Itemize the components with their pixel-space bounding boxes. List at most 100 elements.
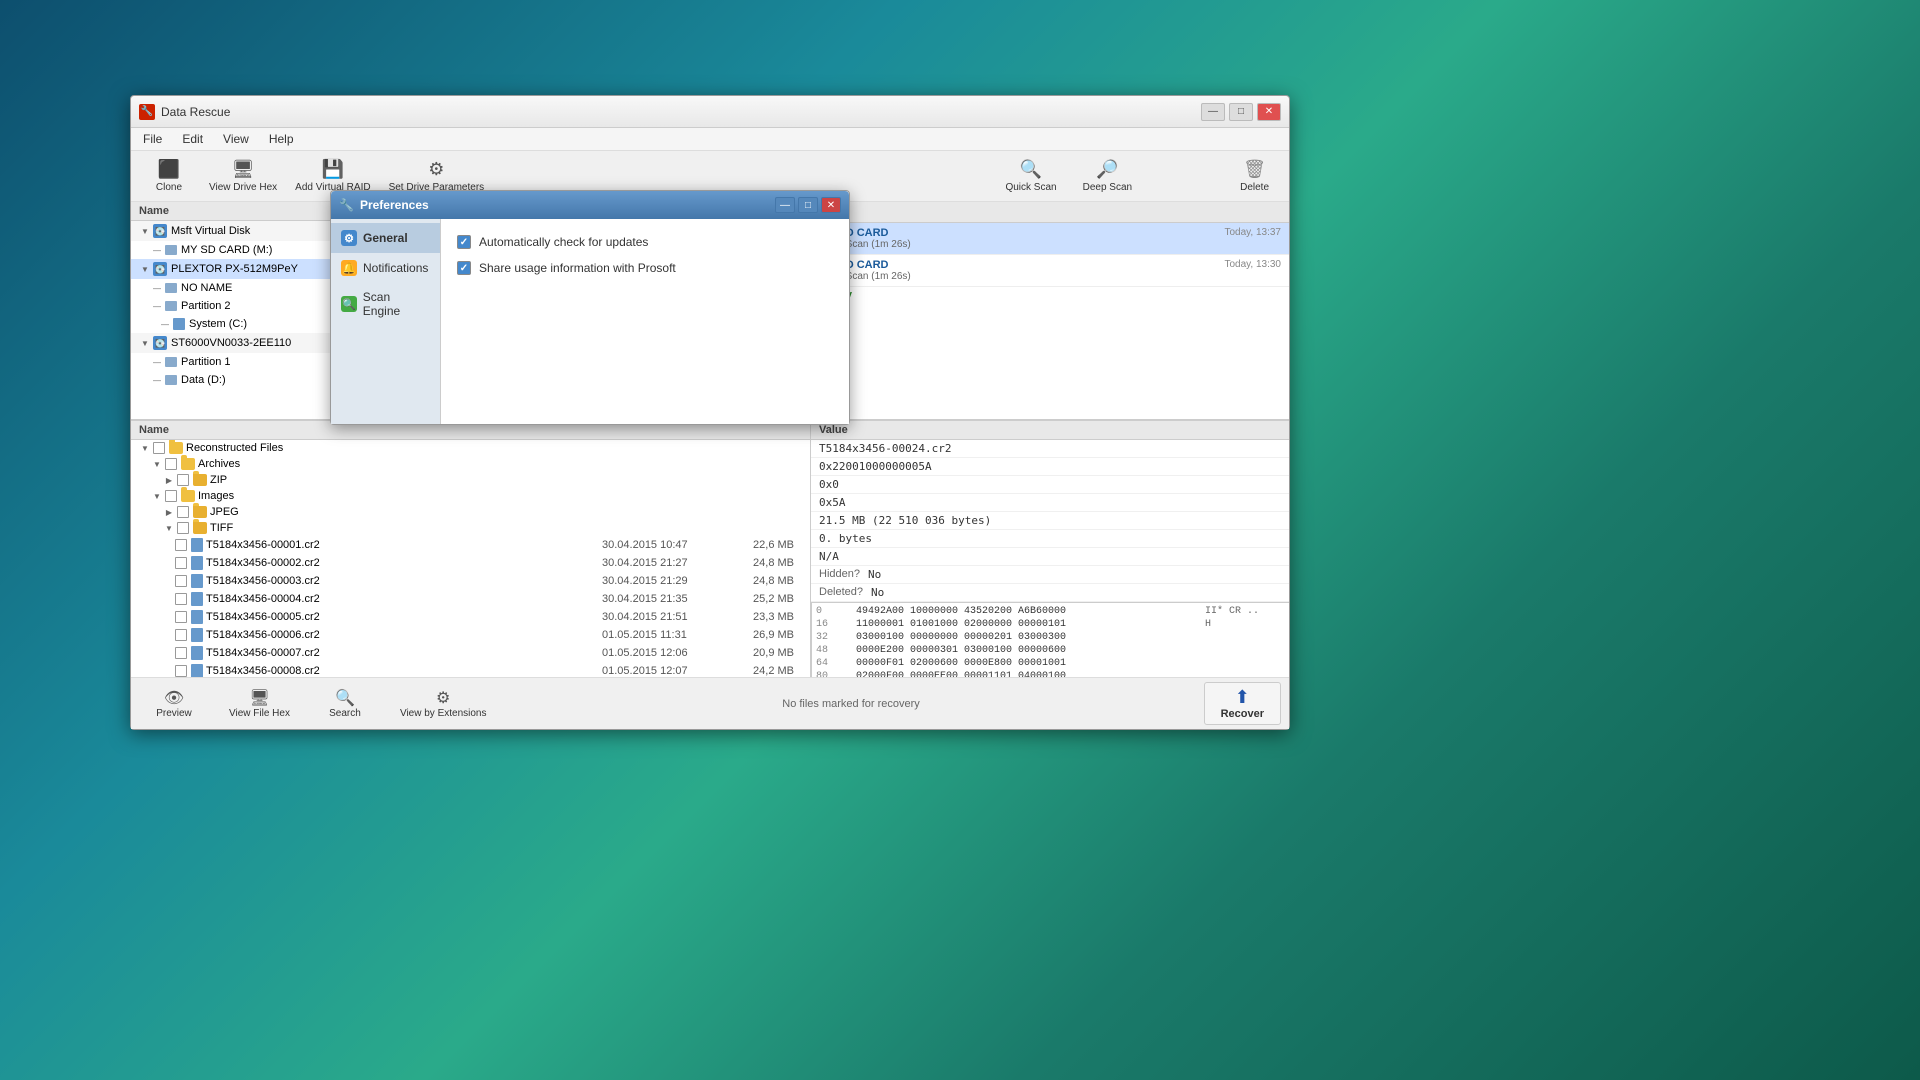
scan-item-2[interactable]: Today, 13:30 MY SD CARD Deep Scan (1m 26… <box>811 255 1289 287</box>
maximize-button[interactable]: □ <box>1229 103 1253 121</box>
recover-button[interactable]: ⬆ Recover <box>1204 682 1281 725</box>
checkbox-cr2-2[interactable] <box>175 557 187 569</box>
prop-value-3: 0x0 <box>819 478 839 491</box>
checkbox-archives[interactable] <box>165 458 177 470</box>
checkbox-tiff[interactable] <box>177 522 189 534</box>
preview-button[interactable]: 👁 Preview <box>139 685 209 722</box>
minimize-button[interactable]: — <box>1201 103 1225 121</box>
checkbox-cr2-4[interactable] <box>175 593 187 605</box>
general-icon: ⚙ <box>341 230 357 246</box>
bottom-panels: Name ▼ Reconstructed Files <box>131 421 1289 677</box>
scan-date-1: Today, 13:37 <box>1224 227 1281 238</box>
file-item-cr2-4[interactable]: T5184x3456-00004.cr2 30.04.2015 21:35 25… <box>131 590 810 608</box>
pref-scan-engine-item[interactable]: 🔍 Scan Engine <box>331 283 440 325</box>
file-item-cr2-7[interactable]: T5184x3456-00007.cr2 01.05.2015 12:06 20… <box>131 644 810 662</box>
file-item-jpeg[interactable]: ▶ JPEG <box>131 504 810 520</box>
dialog-close-button[interactable]: ✕ <box>821 197 841 213</box>
expand-tiff: ▼ <box>163 522 175 534</box>
prop-value-hidden: No <box>868 568 881 581</box>
pref-usage-row: Share usage information with Prosoft <box>457 261 833 275</box>
prop-row-deleted: Deleted? No <box>811 584 1289 602</box>
checkbox-cr2-5[interactable] <box>175 611 187 623</box>
menu-help[interactable]: Help <box>265 130 298 148</box>
delete-button[interactable]: 🗑 Delete <box>1228 155 1281 197</box>
file-item-cr2-2[interactable]: T5184x3456-00002.cr2 30.04.2015 21:27 24… <box>131 554 810 572</box>
expand-icon-noname: — <box>151 282 163 294</box>
checkbox-cr2-7[interactable] <box>175 647 187 659</box>
menu-edit[interactable]: Edit <box>178 130 207 148</box>
scan-subtitle-2: Deep Scan (1m 26s) <box>819 271 1281 282</box>
pref-notifications-label: Notifications <box>363 261 428 275</box>
prop-value-6: 0. bytes <box>819 532 872 545</box>
pref-icon: 🔧 <box>339 198 354 212</box>
folder-icon-reconstructed <box>169 442 183 454</box>
recover-icon: ⬆ <box>1235 687 1250 708</box>
expand-icon-mysd: — <box>151 244 163 256</box>
notifications-icon: 🔔 <box>341 260 357 276</box>
drive-name-part1: Partition 1 <box>181 356 231 368</box>
title-bar-left: 🔧 Data Rescue <box>139 104 230 120</box>
pref-sidebar: ⚙ General 🔔 Notifications 🔍 Scan Engine <box>331 219 441 424</box>
prop-row-3: 0x0 <box>811 476 1289 494</box>
checkbox-reconstructed[interactable] <box>153 442 165 454</box>
checkbox-images[interactable] <box>165 490 177 502</box>
pref-usage-checkbox[interactable] <box>457 261 471 275</box>
file-item-cr2-6[interactable]: T5184x3456-00006.cr2 01.05.2015 11:31 26… <box>131 626 810 644</box>
expand-zip: ▶ <box>163 474 175 486</box>
file-item-archives[interactable]: ▼ Archives <box>131 456 810 472</box>
deep-scan-button[interactable]: 🔎 Deep Scan <box>1071 155 1144 197</box>
expand-icon-part2: — <box>151 300 163 312</box>
checkbox-jpeg[interactable] <box>177 506 189 518</box>
file-item-zip[interactable]: ▶ ZIP <box>131 472 810 488</box>
file-item-cr2-5[interactable]: T5184x3456-00005.cr2 30.04.2015 21:51 23… <box>131 608 810 626</box>
hex-content: 0 49492A00 10000000 43520200 A6B60000 II… <box>812 603 1289 677</box>
quick-scan-button[interactable]: 🔍 Quick Scan <box>993 155 1068 197</box>
file-item-cr2-3[interactable]: T5184x3456-00003.cr2 30.04.2015 21:29 24… <box>131 572 810 590</box>
checkbox-cr2-6[interactable] <box>175 629 187 641</box>
checkbox-zip[interactable] <box>177 474 189 486</box>
hex-panel: 0 49492A00 10000000 43520200 A6B60000 II… <box>811 603 1289 677</box>
hex-row-48: 48 0000E200 00000301 03000100 00000600 <box>816 644 1285 657</box>
dialog-maximize-button[interactable]: □ <box>798 197 818 213</box>
scan-status: Ready <box>811 287 1289 303</box>
expand-icon-part1: — <box>151 356 163 368</box>
menu-file[interactable]: File <box>139 130 166 148</box>
dialog-minimize-button[interactable]: — <box>775 197 795 213</box>
pref-general-item[interactable]: ⚙ General <box>331 223 440 253</box>
pref-title-text: Preferences <box>360 198 429 212</box>
file-item-cr2-1[interactable]: T5184x3456-00001.cr2 30.04.2015 10:47 22… <box>131 536 810 554</box>
hex-row-16: 16 11000001 01001000 02000000 00000101 H <box>816 618 1285 631</box>
view-drive-hex-button[interactable]: 🖥 View Drive Hex <box>201 155 285 197</box>
file-icon-cr2-5 <box>191 610 203 624</box>
file-item-images[interactable]: ▼ Images <box>131 488 810 504</box>
checkbox-cr2-3[interactable] <box>175 575 187 587</box>
view-file-hex-button[interactable]: 🖥 View File Hex <box>217 685 302 722</box>
pref-notifications-item[interactable]: 🔔 Notifications <box>331 253 440 283</box>
clone-button[interactable]: ⬛ Clone <box>139 155 199 197</box>
prop-row-2: 0x22001000000005A <box>811 458 1289 476</box>
menu-view[interactable]: View <box>219 130 253 148</box>
props-header: Value <box>811 421 1289 440</box>
expand-icon-sysc: — <box>159 318 171 330</box>
search-button[interactable]: 🔍 Search <box>310 685 380 722</box>
checkbox-cr2-1[interactable] <box>175 539 187 551</box>
menu-bar: File Edit View Help <box>131 128 1289 151</box>
view-extensions-button[interactable]: ⚙ View by Extensions <box>388 685 499 722</box>
pref-main-area: Automatically check for updates Share us… <box>441 219 849 424</box>
expand-archives: ▼ <box>151 458 163 470</box>
pref-autoupdate-checkbox[interactable] <box>457 235 471 249</box>
search-icon: 🔍 <box>335 688 355 708</box>
drive-name-plextor: PLEXTOR PX-512M9PeY <box>171 263 298 275</box>
file-panel: Name ▼ Reconstructed Files <box>131 421 811 677</box>
file-item-cr2-8[interactable]: T5184x3456-00008.cr2 01.05.2015 12:07 24… <box>131 662 810 677</box>
search-label: Search <box>329 708 361 719</box>
props-panel: Value T5184x3456-00024.cr2 0x22001000000… <box>811 421 1289 603</box>
file-col-date <box>602 424 732 436</box>
checkbox-cr2-8[interactable] <box>175 665 187 677</box>
file-icon-cr2-7 <box>191 646 203 660</box>
clone-icon: ⬛ <box>158 159 180 180</box>
close-button[interactable]: ✕ <box>1257 103 1281 121</box>
file-item-tiff[interactable]: ▼ TIFF <box>131 520 810 536</box>
file-item-reconstructed[interactable]: ▼ Reconstructed Files <box>131 440 810 456</box>
scan-item-1[interactable]: Today, 13:37 MY SD CARD Deep Scan (1m 26… <box>811 223 1289 255</box>
